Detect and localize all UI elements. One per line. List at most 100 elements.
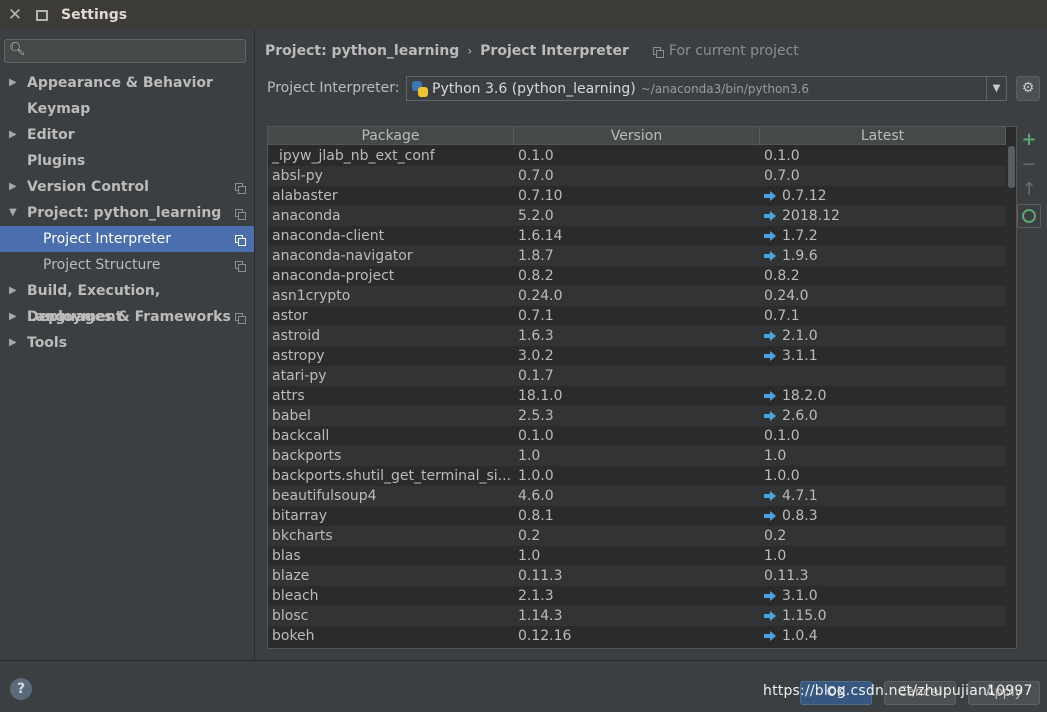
sidebar-item-label: Project: python_learning: [27, 205, 222, 221]
sidebar-item[interactable]: ▶ Appearance & Behavior: [0, 70, 254, 96]
chevron-right-icon[interactable]: ▶: [9, 174, 17, 200]
table-row[interactable]: babel 2.5.3 2.6.0: [268, 406, 1006, 426]
add-package-icon[interactable]: +: [1017, 128, 1041, 152]
breadcrumb-parent[interactable]: Project: python_learning: [265, 43, 459, 59]
refresh-icon[interactable]: [1017, 204, 1041, 228]
package-version-text: 0.2: [518, 528, 541, 544]
table-row[interactable]: backcall 0.1.0 0.1.0: [268, 426, 1006, 446]
sidebar-item[interactable]: ▶ Build, Execution, Deployment: [0, 278, 254, 325]
package-toolbar: + − ↑: [1017, 128, 1041, 229]
chevron-right-icon[interactable]: ▶: [9, 304, 17, 330]
sidebar-item-label: Project Interpreter: [43, 231, 172, 247]
sidebar-item[interactable]: ▶ Version Control: [0, 174, 254, 200]
packages-table: Package Version Latest _ipyw_jlab_nb_ext…: [267, 126, 1017, 649]
table-row[interactable]: astor 0.7.1 0.7.1: [268, 306, 1006, 326]
table-row[interactable]: anaconda 5.2.0 2018.12: [268, 206, 1006, 226]
sidebar-item[interactable]: Keymap: [0, 96, 254, 122]
chevron-right-icon[interactable]: ▶: [9, 330, 17, 356]
scrollbar-thumb[interactable]: [1008, 146, 1015, 188]
table-row[interactable]: atari-py 0.1.7: [268, 366, 1006, 386]
sidebar-item[interactable]: Project Interpreter: [0, 226, 254, 252]
search-icon[interactable]: 🔍︎: [9, 42, 26, 57]
package-latest: 0.7.0: [760, 166, 1006, 186]
package-name: bleach: [268, 586, 514, 606]
table-row[interactable]: bkcharts 0.2 0.2: [268, 526, 1006, 546]
package-latest-text: 2018.12: [782, 208, 840, 224]
table-row[interactable]: asn1crypto 0.24.0 0.24.0: [268, 286, 1006, 306]
package-version: 0.1.0: [514, 426, 760, 446]
chevron-right-icon[interactable]: ▶: [9, 70, 17, 96]
table-row[interactable]: anaconda-project 0.8.2 0.8.2: [268, 266, 1006, 286]
sidebar-item[interactable]: Project Structure: [0, 252, 254, 278]
package-version-text: 0.8.2: [518, 268, 554, 284]
table-row[interactable]: astropy 3.0.2 3.1.1: [268, 346, 1006, 366]
table-row[interactable]: _ipyw_jlab_nb_ext_conf 0.1.0 0.1.0: [268, 146, 1006, 166]
sidebar-item[interactable]: ▶ Editor: [0, 122, 254, 148]
table-row[interactable]: blaze 0.11.3 0.11.3: [268, 566, 1006, 586]
interpreter-path: ~/anaconda3/bin/python3.6: [640, 81, 809, 96]
gear-icon[interactable]: ⚙: [1016, 76, 1040, 101]
search-box[interactable]: 🔍︎: [4, 39, 246, 63]
settings-sidebar: 🔍︎ ▶ Appearance & Behavior Keymap ▶ Editor Pl…: [0, 30, 254, 660]
table-scrollbar[interactable]: [1008, 146, 1015, 648]
package-name-text: _ipyw_jlab_nb_ext_conf: [272, 148, 435, 164]
package-latest: 1.0.0: [760, 466, 1006, 486]
package-version: 1.14.3: [514, 606, 760, 626]
python-icon: [412, 80, 428, 97]
package-version: 2.1.3: [514, 586, 760, 606]
sidebar-item[interactable]: ▶ Languages & Frameworks: [0, 304, 254, 330]
table-row[interactable]: backports.shutil_get_terminal_si... 1.0.0…: [268, 466, 1006, 486]
table-row[interactable]: attrs 18.1.0 18.2.0: [268, 386, 1006, 406]
column-package[interactable]: Package: [268, 127, 514, 145]
package-version-text: 0.1.7: [518, 368, 554, 384]
table-row[interactable]: anaconda-navigator 1.8.7 1.9.6: [268, 246, 1006, 266]
sidebar-item-label: Languages & Frameworks: [27, 309, 231, 325]
sidebar-item[interactable]: ▼ Project: python_learning: [0, 200, 254, 226]
interpreter-select[interactable]: Python 3.6 (python_learning) ~/anaconda3…: [406, 76, 1007, 101]
upgrade-arrow-icon: [764, 411, 776, 421]
package-latest-text: 0.24.0: [764, 288, 809, 304]
search-input[interactable]: [29, 41, 239, 61]
chevron-right-icon[interactable]: ▶: [9, 122, 17, 148]
table-row[interactable]: backports 1.0 1.0: [268, 446, 1006, 466]
package-latest: 2.6.0: [760, 406, 1006, 426]
package-version: 0.1.7: [514, 366, 760, 386]
package-latest-text: 1.0.0: [764, 468, 800, 484]
upgrade-package-icon[interactable]: ↑: [1017, 178, 1041, 202]
table-row[interactable]: bitarray 0.8.1 0.8.3: [268, 506, 1006, 526]
interpreter-label: Project Interpreter:: [267, 80, 400, 96]
table-row[interactable]: beautifulsoup4 4.6.0 4.7.1: [268, 486, 1006, 506]
table-header: Package Version Latest: [268, 127, 1006, 145]
package-latest-text: 0.8.3: [782, 508, 818, 524]
table-row[interactable]: absl-py 0.7.0 0.7.0: [268, 166, 1006, 186]
package-name: bkcharts: [268, 526, 514, 546]
table-row[interactable]: blosc 1.14.3 1.15.0: [268, 606, 1006, 626]
table-row[interactable]: alabaster 0.7.10 0.7.12: [268, 186, 1006, 206]
table-row[interactable]: bokeh 0.12.16 1.0.4: [268, 626, 1006, 646]
package-latest-text: 0.1.0: [764, 148, 800, 164]
remove-package-icon[interactable]: −: [1017, 153, 1041, 177]
table-row[interactable]: anaconda-client 1.6.14 1.7.2: [268, 226, 1006, 246]
package-name: backcall: [268, 426, 514, 446]
table-row[interactable]: bleach 2.1.3 3.1.0: [268, 586, 1006, 606]
breadcrumb: Project: python_learning › Project Inter…: [265, 41, 799, 61]
package-latest: 0.11.3: [760, 566, 1006, 586]
package-name-text: anaconda-client: [272, 228, 385, 244]
package-name: blosc: [268, 606, 514, 626]
chevron-down-icon[interactable]: ▼: [986, 77, 1006, 100]
sidebar-item[interactable]: Plugins: [0, 148, 254, 174]
package-version-text: 1.6.14: [518, 228, 563, 244]
table-row[interactable]: astroid 1.6.3 2.1.0: [268, 326, 1006, 346]
package-name: babel: [268, 406, 514, 426]
column-latest[interactable]: Latest: [760, 127, 1006, 145]
chevron-right-icon[interactable]: ▶: [9, 278, 17, 304]
upgrade-arrow-icon: [764, 391, 776, 401]
close-icon[interactable]: ✕: [7, 7, 23, 24]
maximize-icon[interactable]: [36, 9, 48, 21]
table-row[interactable]: blas 1.0 1.0: [268, 546, 1006, 566]
chevron-down-icon[interactable]: ▼: [9, 200, 17, 226]
sidebar-item[interactable]: ▶ Tools: [0, 330, 254, 356]
column-version[interactable]: Version: [514, 127, 760, 145]
sidebar-item-label: Version Control: [27, 179, 149, 195]
help-icon[interactable]: ?: [10, 678, 32, 700]
